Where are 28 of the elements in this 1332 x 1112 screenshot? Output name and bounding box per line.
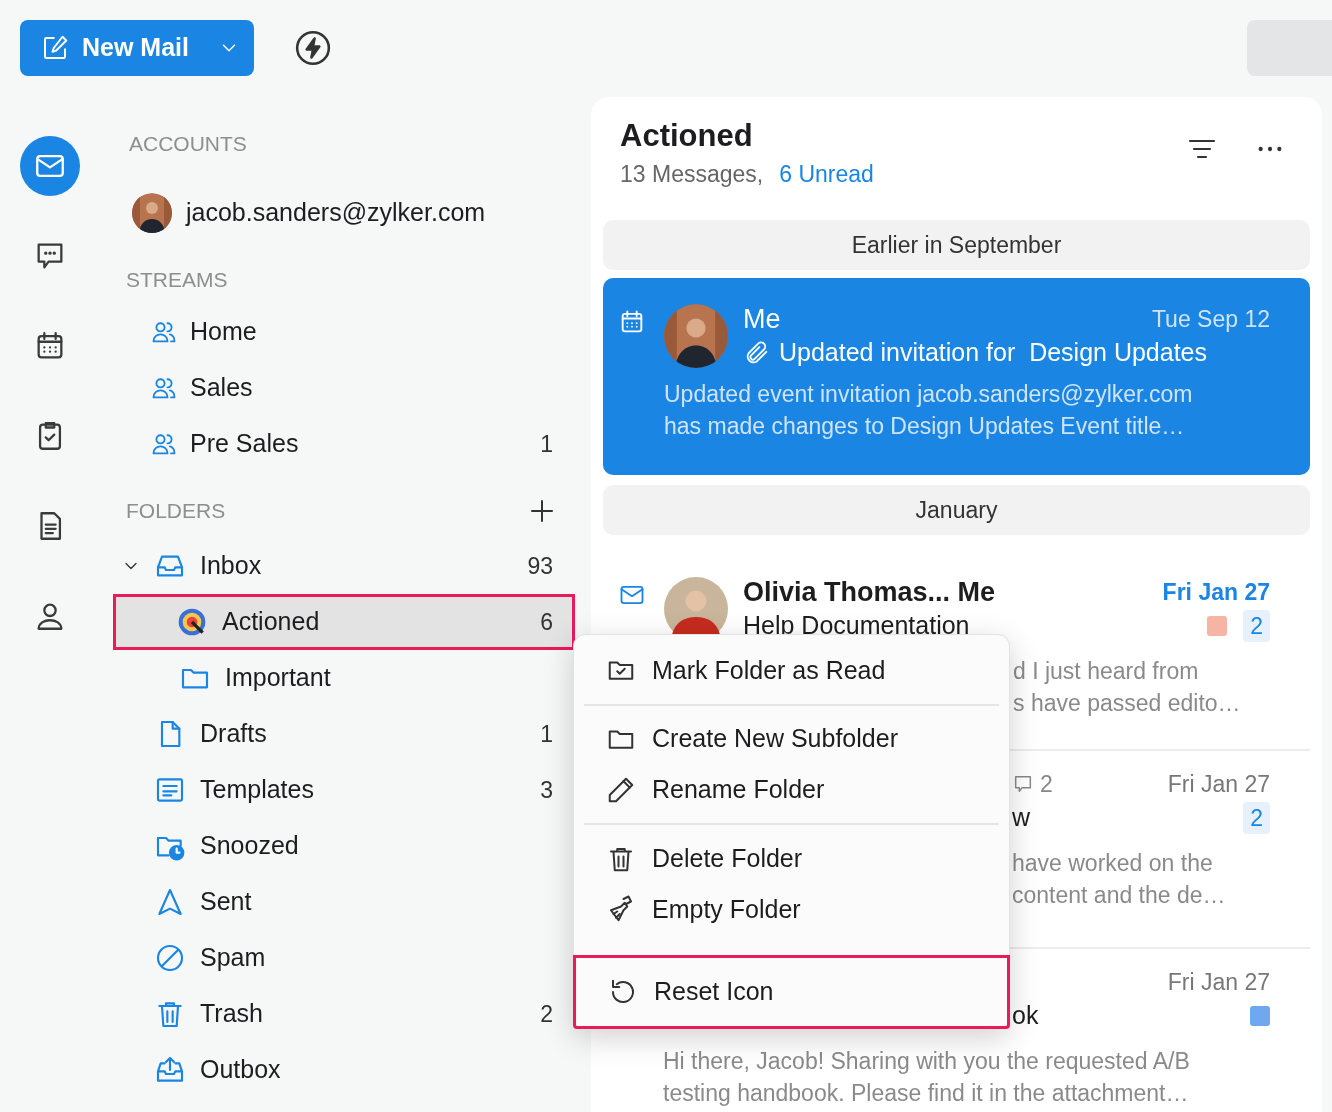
message-subject: w (1012, 802, 1031, 834)
message-date: Tue Sep 12 (1151, 304, 1270, 334)
message-preview: have worked on the (1012, 849, 1214, 878)
comment-count: 2 (1040, 769, 1053, 799)
message-subject: Updated invitation for Design Updates (779, 337, 1208, 369)
message-preview: Updated event invitation jacob.sanders@zylker.com (664, 380, 1194, 409)
section-heading: FOLDERS (126, 498, 226, 525)
group-header: January (603, 485, 1310, 535)
folder-title: Actioned (620, 117, 754, 155)
message-preview: Hi there, Jacob! Sharing with you the requested A/B (663, 1047, 1191, 1076)
sender-name: Me (743, 302, 781, 336)
group-header: Earlier in September (603, 220, 1310, 270)
message-date: Fri Jan 27 (1162, 577, 1270, 607)
sender-name: Olivia Thomas... Me (743, 575, 996, 609)
thread-count: 2 (1243, 802, 1270, 834)
message-date: Fri Jan 27 (1167, 967, 1270, 997)
message-preview: s have passed edito… (1013, 689, 1242, 718)
message-subject: ok (1012, 1000, 1039, 1032)
message-preview: d I just heard from (1013, 657, 1200, 686)
section-heading: ACCOUNTS (128, 131, 248, 157)
message-preview: has made changes to Design Updates Event title… (664, 412, 1186, 441)
message-preview: testing handbook. Please find it in the attachment… (663, 1079, 1190, 1108)
message-preview: content and the de… (1012, 881, 1227, 910)
section-heading: STREAMS (125, 267, 229, 293)
message-subject: Help Documentation (743, 610, 970, 642)
thread-count: 2 (1243, 610, 1270, 642)
message-date: Fri Jan 27 (1167, 769, 1270, 799)
message-count: 13 Messages, (620, 160, 764, 189)
